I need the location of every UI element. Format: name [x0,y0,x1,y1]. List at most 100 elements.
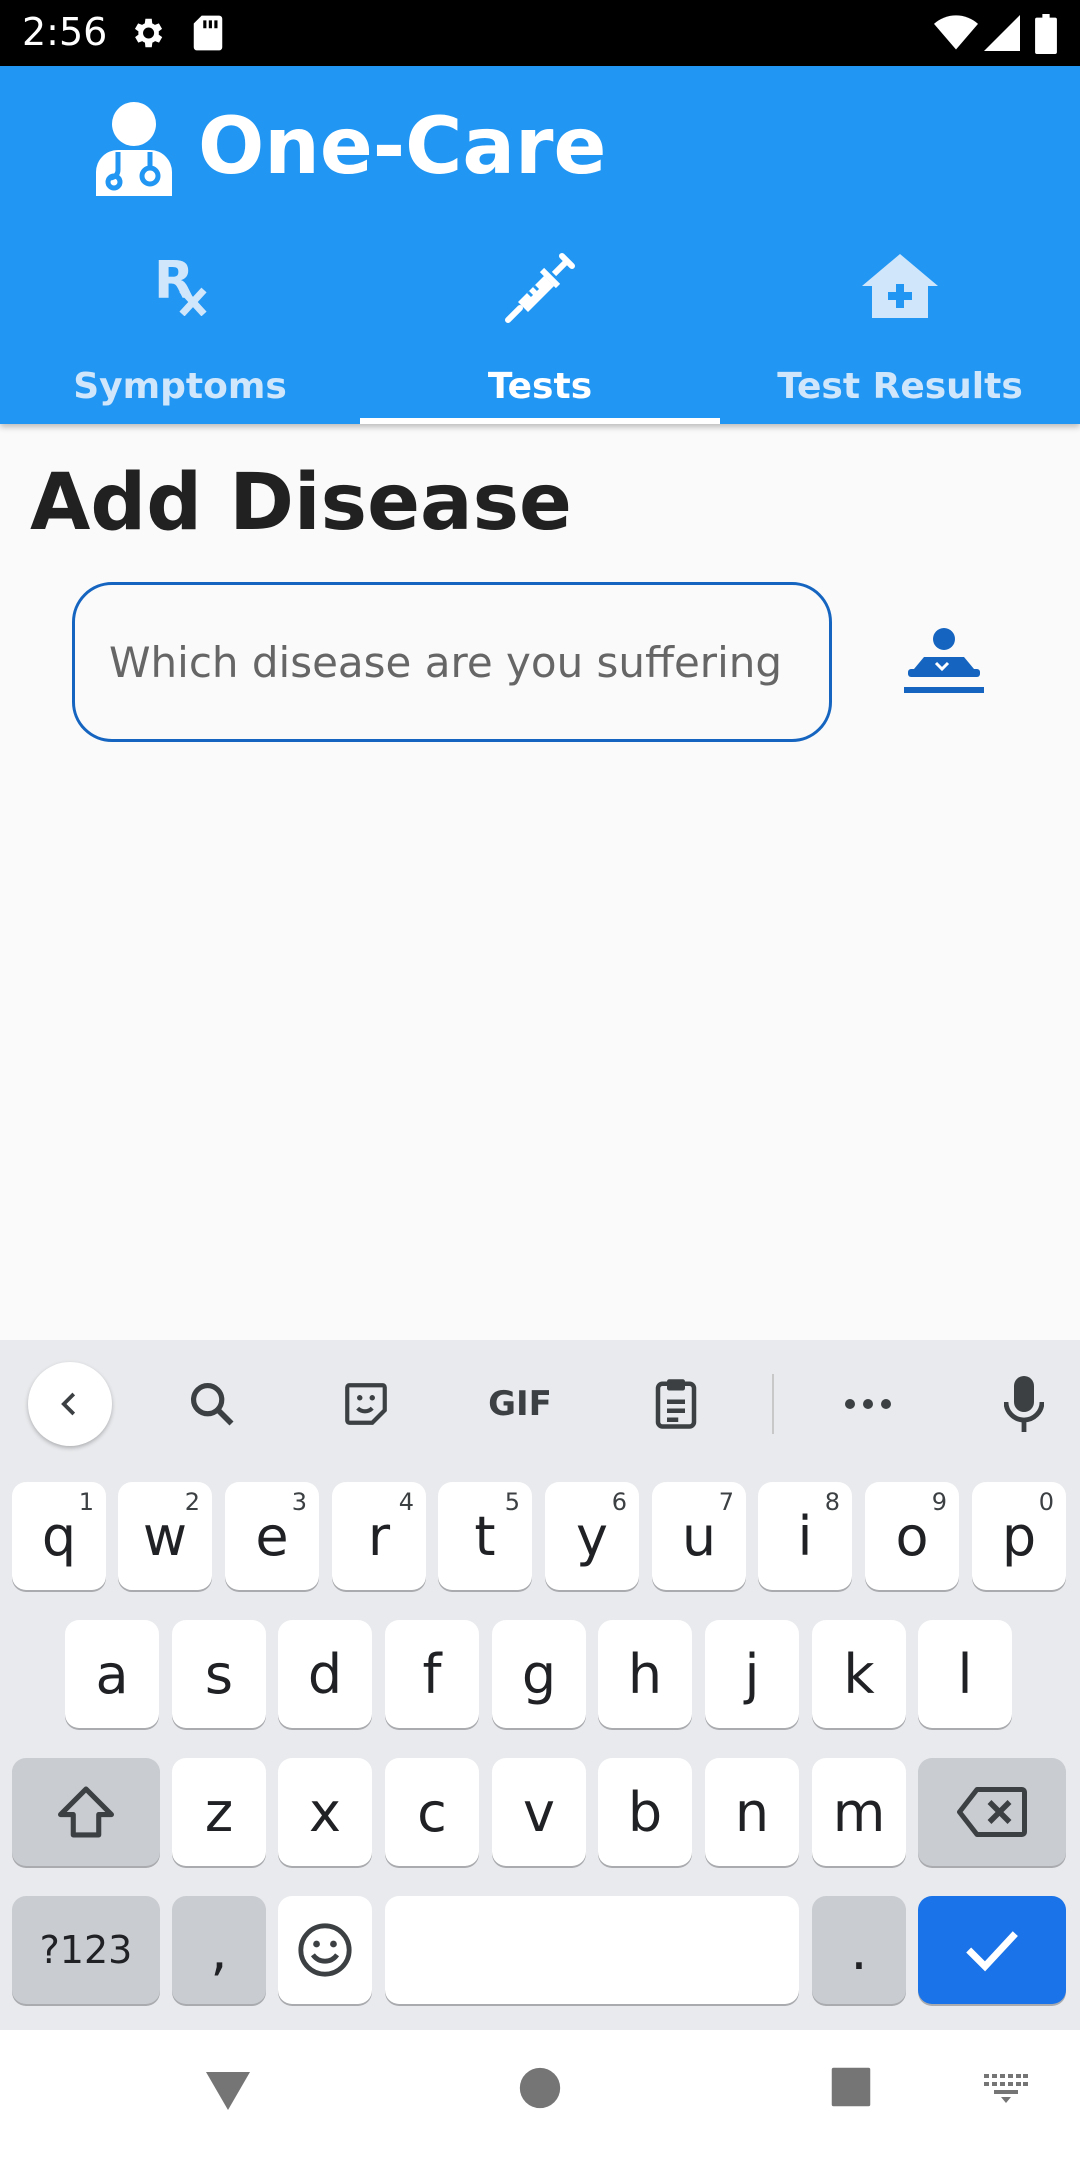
keyboard-voice-button[interactable] [982,1362,1066,1446]
key-hint: 0 [1038,1488,1054,1516]
keyboard-gif-button[interactable]: GIF [478,1362,562,1446]
keyboard-search-button[interactable] [170,1362,254,1446]
key-p[interactable]: p0 [972,1482,1066,1590]
key-label: g [521,1642,557,1706]
keyboard-clipboard-button[interactable] [634,1362,718,1446]
clipboard-icon [655,1379,697,1429]
tab-label-symptoms: Symptoms [73,366,287,407]
key-label: j [744,1642,760,1706]
key-b[interactable]: b [598,1758,692,1866]
nav-keyboard-switch-button[interactable] [984,2074,1028,2109]
key-h[interactable]: h [598,1620,692,1728]
shift-icon [58,1786,114,1838]
gif-label: GIF [488,1384,552,1424]
key-x[interactable]: x [278,1758,372,1866]
home-circle-icon [519,2067,561,2109]
nav-home-button[interactable] [518,2066,562,2115]
done-key[interactable] [918,1896,1066,2004]
space-key[interactable] [385,1896,799,2004]
key-e[interactable]: e3 [225,1482,319,1590]
nav-recents-button[interactable] [830,2066,872,2113]
keyboard-switch-icon [984,2074,1028,2103]
tab-test-results[interactable]: Test Results [720,242,1080,424]
key-label: w [142,1504,188,1568]
add-disease-button[interactable] [890,616,998,712]
key-label: c [417,1780,447,1844]
back-triangle-icon [206,2072,250,2110]
status-time: 2:56 [22,10,108,54]
backspace-key[interactable] [918,1758,1066,1866]
key-m[interactable]: m [812,1758,906,1866]
key-label: v [523,1780,555,1844]
disease-input[interactable] [72,582,832,742]
key-label: p [1001,1504,1037,1568]
back-icon [61,1392,76,1416]
comma-key[interactable]: , [172,1896,266,2004]
sd-card-icon [192,14,224,57]
navigation-bar [0,2030,1080,2160]
tab-label-tests: Tests [487,366,593,407]
key-hint: 5 [504,1488,520,1516]
sticker-icon [345,1383,387,1425]
key-label: e [255,1504,289,1568]
key-r[interactable]: r4 [332,1482,426,1590]
key-k[interactable]: k [812,1620,906,1728]
key-w[interactable]: w2 [118,1482,212,1590]
key-v[interactable]: v [492,1758,586,1866]
key-label: u [681,1504,717,1568]
microphone-icon [1004,1376,1044,1432]
key-o[interactable]: o9 [865,1482,959,1590]
key-z[interactable]: z [172,1758,266,1866]
symbols-key[interactable]: ?123 [12,1896,160,2004]
emoji-icon [298,1923,352,1977]
key-g[interactable]: g [492,1620,586,1728]
shift-key[interactable] [12,1758,160,1866]
key-label: k [843,1642,875,1706]
toolbar-divider [772,1374,774,1434]
patient-bed-icon [902,627,986,702]
key-i[interactable]: i8 [758,1482,852,1590]
prescription-icon: R [0,252,360,316]
key-label: r [367,1504,391,1568]
key-label: . [850,1918,868,1982]
key-s[interactable]: s [172,1620,266,1728]
period-key[interactable]: . [812,1896,906,2004]
key-t[interactable]: t5 [438,1482,532,1590]
key-hint: 4 [398,1488,414,1516]
key-y[interactable]: y6 [545,1482,639,1590]
key-label: m [832,1780,886,1844]
key-u[interactable]: u7 [652,1482,746,1590]
wifi-icon [934,14,978,57]
key-label: o [895,1504,929,1568]
key-q[interactable]: q1 [12,1482,106,1590]
keyboard-back-button[interactable] [28,1362,112,1446]
key-a[interactable]: a [65,1620,159,1728]
key-label: f [422,1642,442,1706]
checkmark-icon [966,1931,1018,1972]
tab-tests[interactable]: Tests [360,242,720,424]
key-c[interactable]: c [385,1758,479,1866]
key-label: i [797,1504,813,1568]
emoji-key[interactable] [278,1896,372,2004]
recents-square-icon [831,2067,871,2107]
key-d[interactable]: d [278,1620,372,1728]
key-hint: 9 [931,1488,947,1516]
key-label: x [309,1780,341,1844]
svg-text:R: R [154,252,194,311]
keyboard-sticker-button[interactable] [324,1362,408,1446]
key-n[interactable]: n [705,1758,799,1866]
key-j[interactable]: j [705,1620,799,1728]
tab-symptoms[interactable]: R Symptoms [0,242,360,424]
key-hint: 6 [611,1488,627,1516]
key-hint: 8 [824,1488,840,1516]
key-l[interactable]: l [918,1620,1012,1728]
tab-indicator [360,418,720,424]
signal-icon [984,14,1020,57]
key-hint: 7 [718,1488,734,1516]
key-hint: 3 [291,1488,307,1516]
keyboard-more-button[interactable] [826,1362,910,1446]
key-label: h [627,1642,663,1706]
key-f[interactable]: f [385,1620,479,1728]
nav-back-button[interactable] [204,2066,252,2119]
key-label: a [95,1642,129,1706]
